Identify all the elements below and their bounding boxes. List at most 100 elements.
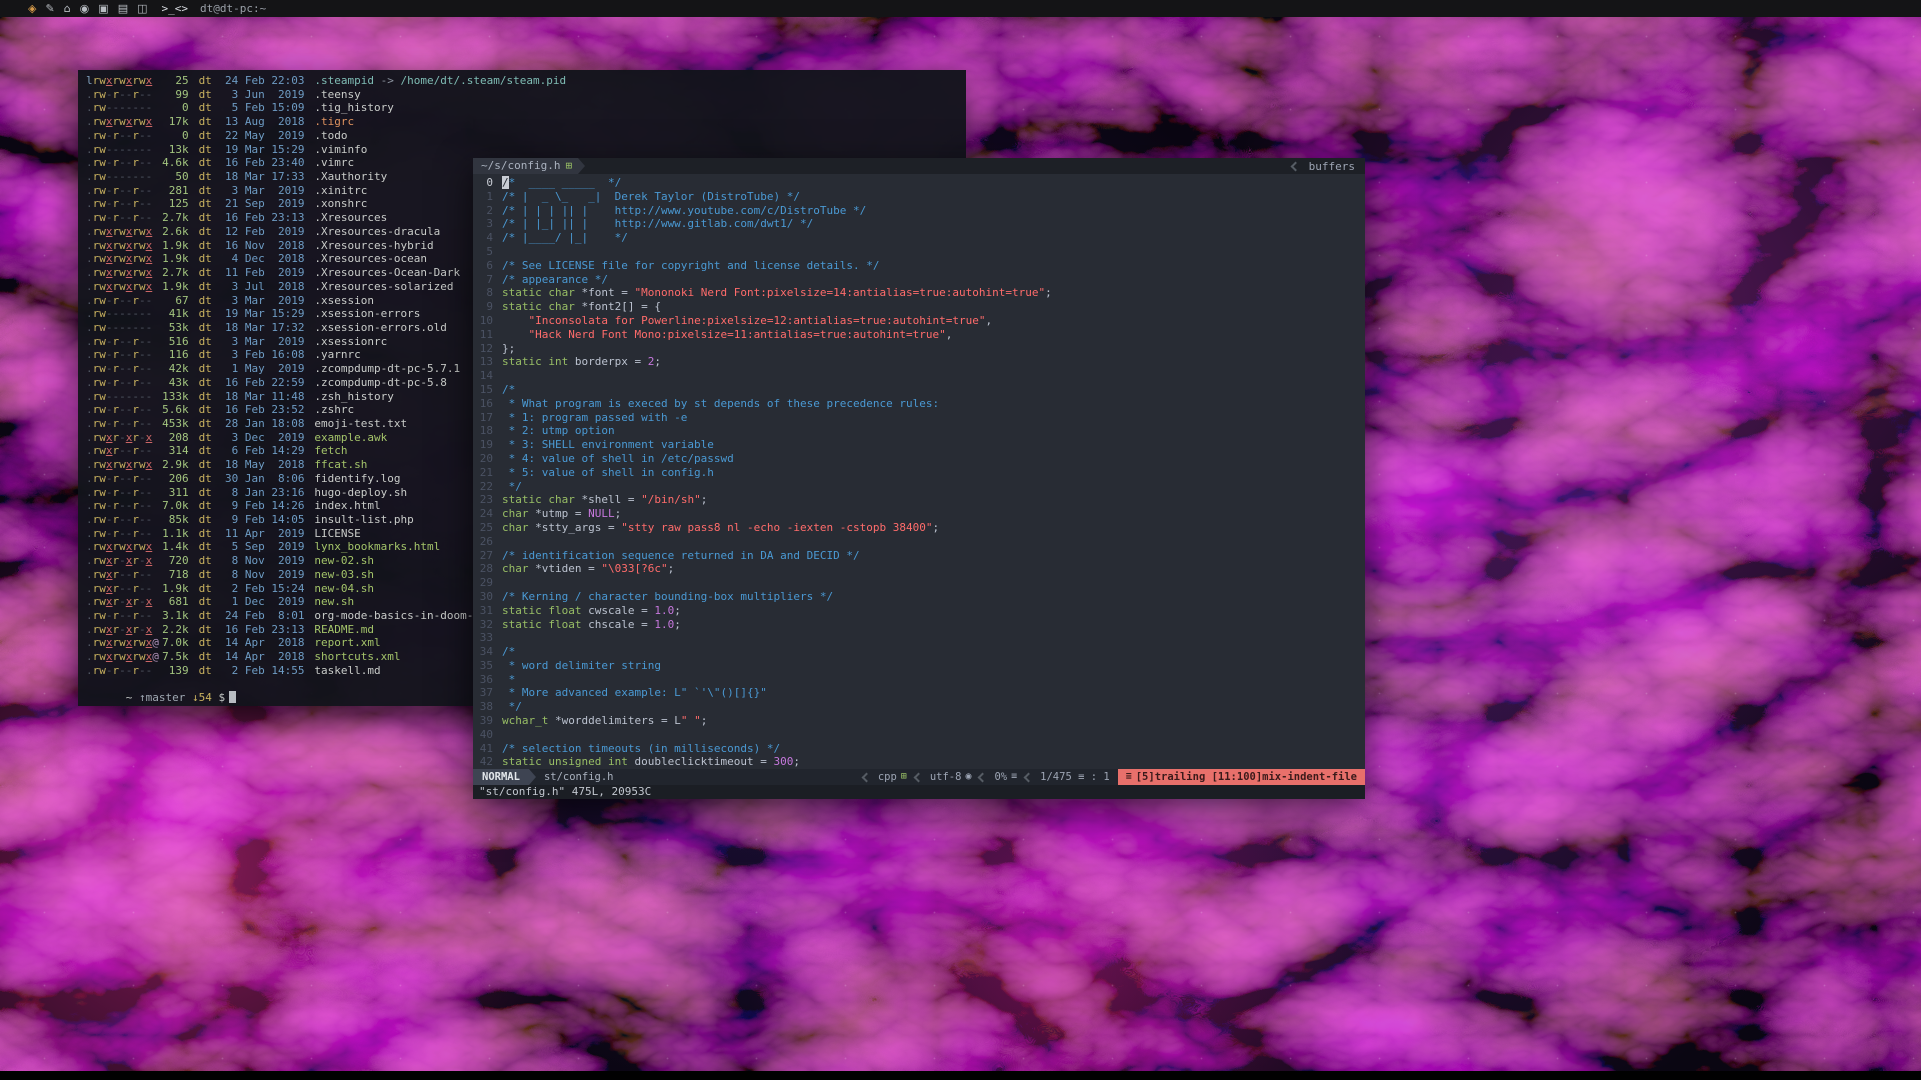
file-date: 22 May 2019 — [225, 129, 304, 143]
file-name: new-02.sh — [314, 554, 374, 567]
file-owner: dt — [199, 417, 212, 431]
pen-icon[interactable]: ✎ — [45, 0, 54, 17]
file-owner: dt — [199, 101, 212, 115]
code-line: 9static char *font2[] = { — [473, 300, 1365, 314]
file-permissions: .rwxrwxrwx — [86, 115, 156, 129]
line-number: 31 — [473, 604, 493, 618]
file-permissions: .rwxr-xr-x — [86, 431, 156, 445]
statusline: NORMAL st/config.h cpp⊞utf-8◉0%≡1/475 ≡ … — [473, 769, 1365, 785]
file-owner: dt — [199, 636, 212, 650]
line-number: 39 — [473, 714, 493, 728]
code-line: 18 * 2: utmp option — [473, 424, 1365, 438]
line-number: 0 — [473, 176, 493, 190]
[5]trailing [11:100]mix-indent-file-icon: ≡ — [1126, 769, 1132, 785]
file-name: .viminfo — [314, 143, 367, 156]
file-name: .Xauthority — [314, 170, 387, 183]
prompt-dir: ~ — [126, 691, 139, 704]
file-size: 2.9k — [156, 458, 189, 472]
file-name: .zcompdump-dt-pc-5.7.1 — [314, 362, 460, 375]
file-name: .Xresources — [314, 211, 387, 224]
code-line: 41/* selection timeouts (in milliseconds… — [473, 742, 1365, 756]
line-number: 16 — [473, 397, 493, 411]
file-permissions: .rw-r--r-- — [86, 417, 156, 431]
shell-glyph: >_<> — [162, 2, 189, 15]
file-date: 12 Feb 2019 — [225, 225, 304, 239]
file-name: .Xresources-ocean — [314, 252, 427, 265]
launcher-icon[interactable]: ◈ — [28, 0, 36, 17]
file-name: emoji-test.txt — [314, 417, 407, 430]
line-number: 40 — [473, 728, 493, 742]
symlink-target: /home/dt/.steam/steam.pid — [401, 74, 567, 87]
file-permissions: .rw-r--r-- — [86, 294, 156, 308]
file-name: .yarnrc — [314, 348, 360, 361]
file-date: 4 Dec 2018 — [225, 252, 304, 266]
editor-window[interactable]: ~/s/config.h ⊞ buffers 0/* ____ _____ */… — [473, 158, 1365, 799]
folder-icon[interactable]: ▤ — [118, 0, 128, 17]
file-permissions: .rw------- — [86, 170, 156, 184]
line-number: 5 — [473, 245, 493, 259]
0%-icon: ≡ — [1011, 769, 1017, 785]
file-owner: dt — [199, 362, 212, 376]
file-name: shortcuts.xml — [314, 650, 400, 663]
file-date: 16 Feb 22:59 — [225, 376, 304, 390]
file-owner: dt — [199, 513, 212, 527]
line-number: 28 — [473, 562, 493, 576]
line-number: 3 — [473, 217, 493, 231]
file-name: .Xresources-hybrid — [314, 239, 433, 252]
status-text: [5]trailing [11:100]mix-indent-file — [1136, 769, 1357, 785]
file-owner: dt — [199, 294, 212, 308]
line-number: 37 — [473, 686, 493, 700]
file-size: 133k — [156, 390, 189, 404]
file-size: 208 — [156, 431, 189, 445]
code-line: 12}; — [473, 342, 1365, 356]
desktop: ◈✎⌂◉▣▤◫ >_<> dt@dt-pc:~ lrwxrwxrwx25dt24… — [0, 0, 1921, 1080]
file-owner: dt — [199, 540, 212, 554]
code-line: 4/* |____/ |_| */ — [473, 231, 1365, 245]
file-permissions: .rwxrwxrwx — [86, 280, 156, 294]
file-permissions: .rw-r--r-- — [86, 211, 156, 225]
file-permissions: .rwxrwxrwx — [86, 458, 156, 472]
tab-config-h[interactable]: ~/s/config.h ⊞ — [473, 158, 578, 174]
code-area[interactable]: 0/* ____ _____ */1/* | _ \_ _| Derek Tay… — [473, 174, 1365, 769]
file-date: 16 Feb 23:13 — [225, 623, 304, 637]
file-date: 14 Apr 2018 — [225, 636, 304, 650]
code-line: 28char *vtiden = "\033[?6c"; — [473, 562, 1365, 576]
file-owner: dt — [199, 74, 212, 88]
status-filename: st/config.h — [544, 769, 614, 785]
line-number: 30 — [473, 590, 493, 604]
prompt-behind: ↓54 — [192, 691, 219, 704]
file-date: 24 Feb 22:03 — [225, 74, 304, 88]
file-date: 16 Feb 23:13 — [225, 211, 304, 225]
file-permissions: .rwxr-xr-x — [86, 554, 156, 568]
file-permissions: .rw-r--r-- — [86, 376, 156, 390]
line-number: 42 — [473, 755, 493, 769]
file-row: lrwxrwxrwx25dt24 Feb 22:03.steampid -> /… — [86, 74, 966, 88]
file-permissions: .rwxr-xr-x — [86, 623, 156, 637]
file-name: index.html — [314, 499, 380, 512]
display-icon[interactable]: ▣ — [98, 0, 108, 17]
code-line: 1/* | _ \_ _| Derek Taylor (DistroTube) … — [473, 190, 1365, 204]
file-permissions: .rw-r--r-- — [86, 527, 156, 541]
line-number: 33 — [473, 631, 493, 645]
file-permissions: .rw------- — [86, 143, 156, 157]
file-date: 16 Feb 23:52 — [225, 403, 304, 417]
powerline-separator — [529, 769, 536, 785]
chip-icon[interactable]: ◫ — [137, 0, 147, 17]
file-owner: dt — [199, 129, 212, 143]
file-date: 19 Mar 15:29 — [225, 143, 304, 157]
buffers-tab[interactable]: buffers — [1299, 160, 1365, 173]
file-permissions: lrwxrwxrwx — [86, 74, 156, 88]
file-size: 13k — [156, 143, 189, 157]
file-name: .xonshrc — [314, 197, 367, 210]
file-permissions: .rw-r--r-- — [86, 499, 156, 513]
file-permissions: .rwxr--r-- — [86, 582, 156, 596]
file-owner: dt — [199, 582, 212, 596]
file-owner: dt — [199, 403, 212, 417]
line-number: 32 — [473, 618, 493, 632]
bank-icon[interactable]: ⌂ — [64, 0, 71, 17]
camera-icon[interactable]: ◉ — [80, 0, 90, 17]
file-date: 1 Dec 2019 — [225, 595, 304, 609]
file-owner: dt — [199, 115, 212, 129]
file-size: 720 — [156, 554, 189, 568]
code-line: 16 * What program is execed by st depend… — [473, 397, 1365, 411]
